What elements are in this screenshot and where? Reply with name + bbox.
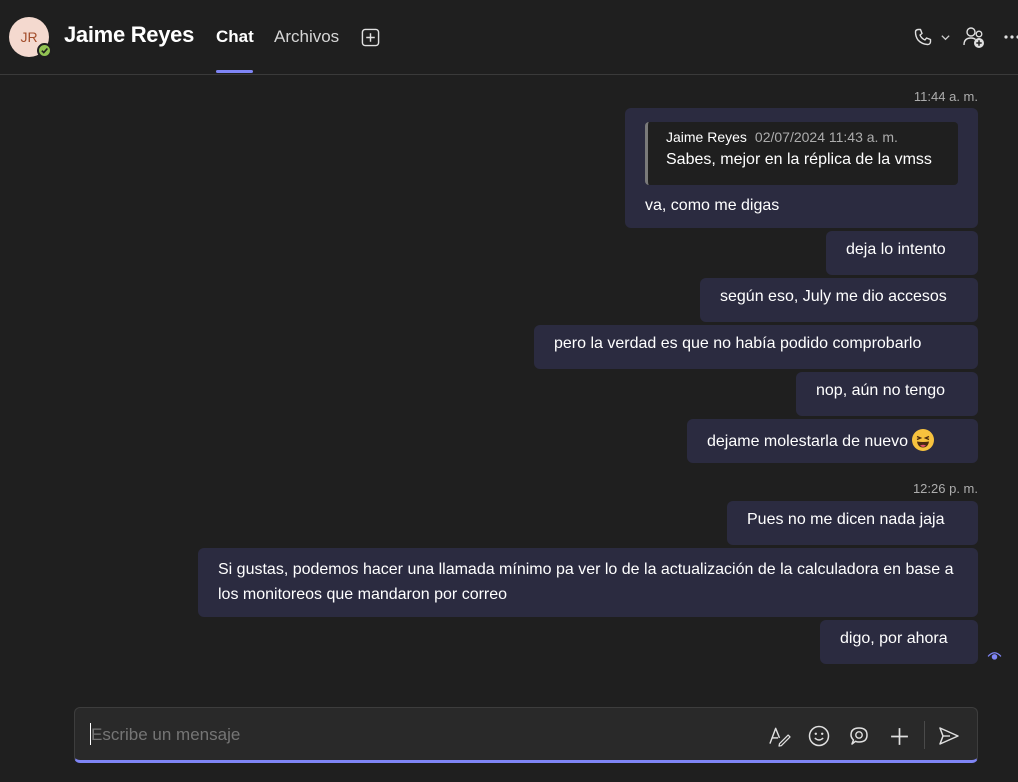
message-text: va, como me digas: [645, 197, 780, 214]
message-text: según eso, July me dio accesos: [720, 288, 947, 305]
message-bubble[interactable]: pero la verdad es que no había podido co…: [534, 325, 978, 369]
message-text: dejame molestarla de nuevo: [707, 433, 909, 450]
avatar[interactable]: JR: [9, 17, 52, 58]
plus-square-icon[interactable]: [360, 27, 380, 47]
quoted-date: 02/07/2024 11:43 a. m.: [754, 129, 898, 145]
message-text: deja lo intento: [846, 241, 946, 258]
message-text: nop, aún no tengo: [816, 382, 946, 399]
message-text: Pues no me dicen nada jaja: [747, 511, 945, 528]
tab-archivos[interactable]: Archivos: [274, 27, 339, 47]
message-text: pero la verdad es que no había podido co…: [554, 335, 922, 352]
message-text: digo, por ahora: [840, 630, 948, 647]
message-timestamp: 11:44 a. m.: [913, 89, 978, 104]
format-icon[interactable]: [767, 724, 791, 748]
plus-icon[interactable]: [887, 724, 911, 748]
eye-icon: [986, 648, 1002, 662]
message-text: Si gustas, podemos hacer una llamada mín…: [218, 561, 954, 603]
message-input[interactable]: [91, 725, 731, 745]
composer-divider: [924, 721, 925, 749]
message-bubble[interactable]: digo, por ahora: [820, 620, 978, 664]
grinning-squinting-emoji-icon: [912, 429, 935, 451]
emoji-icon[interactable]: [807, 724, 831, 748]
chat-header: JR Jaime Reyes Chat Archivos: [0, 0, 1018, 75]
more-icon[interactable]: [1003, 30, 1018, 44]
message-bubble[interactable]: nop, aún no tengo: [796, 372, 978, 416]
message-bubble[interactable]: Si gustas, podemos hacer una llamada mín…: [198, 548, 978, 617]
add-people-icon[interactable]: [961, 25, 987, 49]
active-tab-indicator: [216, 70, 253, 73]
message-composer[interactable]: [74, 707, 978, 763]
quoted-text: Sabes, mejor en la réplica de la vmss: [666, 151, 932, 168]
message-bubble[interactable]: Pues no me dicen nada jaja: [727, 501, 978, 545]
quoted-message[interactable]: Jaime Reyes 02/07/2024 11:43 a. m. Sabes,…: [645, 122, 958, 185]
presence-available-icon: [37, 43, 52, 58]
contact-name[interactable]: Jaime Reyes: [64, 22, 194, 48]
message-bubble[interactable]: dejame molestarla de nuevo: [687, 419, 978, 463]
message-bubble[interactable]: según eso, July me dio accesos: [700, 278, 978, 322]
send-icon[interactable]: [937, 724, 961, 748]
loop-icon[interactable]: [847, 724, 871, 748]
message-timestamp: 12:26 p. m.: [912, 481, 978, 496]
phone-icon[interactable]: [912, 26, 934, 48]
teams-chat-window: JR Jaime Reyes Chat Archivos 11:44 a. m.: [0, 0, 1018, 782]
avatar-initials: JR: [20, 29, 38, 45]
chevron-down-icon[interactable]: [938, 30, 952, 44]
message-bubble[interactable]: deja lo intento: [826, 231, 978, 275]
quoted-author: Jaime Reyes: [666, 129, 747, 145]
message-bubble[interactable]: Jaime Reyes 02/07/2024 11:43 a. m. Sabes,…: [625, 108, 978, 228]
tab-chat[interactable]: Chat: [216, 27, 254, 47]
text-caret: [90, 723, 91, 745]
